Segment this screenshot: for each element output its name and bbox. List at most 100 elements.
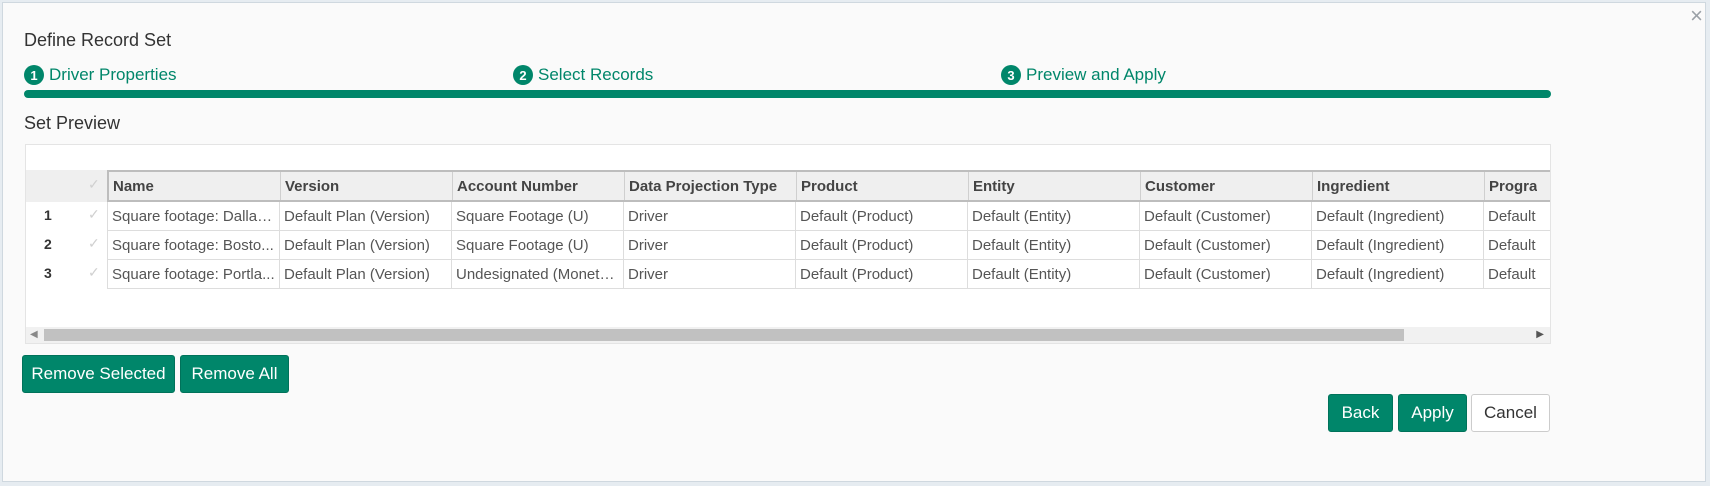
table-cell: Square footage: Portla... [108, 260, 280, 288]
table-cell-text: Default (Ingredient) [1316, 236, 1445, 254]
table-cell: Driver [624, 202, 796, 230]
column-header-label: Ingredient [1317, 177, 1390, 195]
row-number: 2 [44, 236, 52, 252]
table-cell-text: Default [1488, 207, 1536, 225]
table-cell-text: Undesignated (Moneta... [456, 265, 619, 283]
apply-button[interactable]: Apply [1398, 394, 1467, 432]
table-cell: Square Footage (U) [452, 202, 624, 230]
column-header[interactable]: Ingredient [1313, 172, 1485, 200]
table-cell: Default (Customer) [1140, 202, 1312, 230]
column-header[interactable]: Entity [969, 172, 1141, 200]
step-label: Select Records [538, 65, 654, 84]
select-all-check-icon[interactable]: ✓ [88, 176, 100, 193]
table-row[interactable]: Square footage: Dallas ... Default Plan (… [107, 202, 1550, 231]
column-header-label: Progra [1489, 177, 1538, 195]
row-select-check-icon[interactable]: ✓ [88, 235, 100, 252]
table-row[interactable]: Square footage: Portla... Default Plan (V… [107, 260, 1550, 289]
table-cell: Square footage: Bosto... [108, 231, 280, 259]
row-gutter: 2 ✓ [26, 231, 107, 260]
table-cell-text: Default (Customer) [1144, 265, 1271, 283]
table-cell: Default (Product) [796, 231, 968, 259]
cancel-button[interactable]: Cancel [1471, 394, 1550, 432]
remove-selected-button[interactable]: Remove Selected [22, 355, 175, 393]
table-cell: Square Footage (U) [452, 231, 624, 259]
define-record-set-dialog: × Define Record Set 1 Driver Properties … [2, 2, 1706, 482]
back-button[interactable]: Back [1328, 394, 1393, 432]
table-cell-text: Default (Product) [800, 207, 914, 225]
table-cell: Default (Customer) [1140, 260, 1312, 288]
scroll-right-icon[interactable]: ▶ [1536, 329, 1544, 340]
grid-header-row: Name Version Account Number Data Projection… [107, 170, 1550, 202]
table-cell-text: Default (Entity) [972, 236, 1072, 254]
scrollbar-thumb[interactable] [44, 329, 1404, 341]
table-cell: Undesignated (Moneta... [452, 260, 624, 288]
table-cell: Default (Entity) [968, 202, 1140, 230]
scroll-left-icon[interactable]: ◀ [30, 329, 38, 340]
table-cell: Default (Customer) [1140, 231, 1312, 259]
table-cell: Default (Ingredient) [1312, 202, 1484, 230]
column-header-label: Customer [1145, 177, 1216, 195]
column-header[interactable]: Name [109, 172, 281, 200]
step-select-records[interactable]: 2 Select Records [513, 65, 653, 85]
table-cell-text: Default Plan (Version) [284, 236, 430, 254]
table-cell-text: Default (Ingredient) [1316, 265, 1445, 283]
table-cell-text: Default Plan (Version) [284, 207, 430, 225]
table-cell-text: Default [1488, 236, 1536, 254]
column-header[interactable]: Version [281, 172, 453, 200]
column-header-label: Account Number [457, 177, 578, 195]
row-number: 1 [44, 207, 52, 223]
table-cell: Default Plan (Version) [280, 231, 452, 259]
table-cell: Default [1484, 231, 1550, 259]
table-cell-text: Default (Customer) [1144, 236, 1271, 254]
table-cell-text: Default (Product) [800, 236, 914, 254]
row-number: 3 [44, 265, 52, 281]
step-number-badge: 1 [24, 65, 44, 85]
horizontal-scrollbar[interactable]: ◀ ▶ [26, 327, 1550, 343]
step-preview-and-apply[interactable]: 3 Preview and Apply [1001, 65, 1166, 85]
wizard-progress-bar [24, 90, 1551, 98]
table-cell: Default [1484, 202, 1550, 230]
grid-table: Name Version Account Number Data Projection… [107, 170, 1550, 289]
table-cell: Default (Entity) [968, 260, 1140, 288]
column-header[interactable]: Account Number [453, 172, 625, 200]
close-icon[interactable]: × [1690, 5, 1703, 27]
column-header-label: Name [113, 177, 154, 195]
table-cell: Driver [624, 260, 796, 288]
row-gutter: 1 ✓ [26, 202, 107, 231]
step-number-badge: 2 [513, 65, 533, 85]
column-header-label: Data Projection Type [629, 177, 778, 195]
table-cell-text: Default (Entity) [972, 207, 1072, 225]
column-header[interactable]: Data Projection Type [625, 172, 797, 200]
table-cell-text: Driver [628, 207, 668, 225]
table-cell: Default (Product) [796, 260, 968, 288]
table-cell-text: Square footage: Bosto... [112, 236, 274, 254]
table-cell: Default (Ingredient) [1312, 231, 1484, 259]
step-driver-properties[interactable]: 1 Driver Properties [24, 65, 177, 85]
column-header[interactable]: Product [797, 172, 969, 200]
column-header-label: Entity [973, 177, 1015, 195]
dialog-title: Define Record Set [24, 30, 172, 50]
row-select-check-icon[interactable]: ✓ [88, 206, 100, 223]
table-cell: Driver [624, 231, 796, 259]
column-header[interactable]: Progra [1485, 172, 1550, 200]
table-cell-text: Default (Entity) [972, 265, 1072, 283]
section-title: Set Preview [24, 113, 121, 133]
table-cell: Default (Product) [796, 202, 968, 230]
table-row[interactable]: Square footage: Bosto... Default Plan (Ve… [107, 231, 1550, 260]
column-header-label: Version [285, 177, 340, 195]
row-gutter: 3 ✓ [26, 260, 107, 289]
step-number-badge: 3 [1001, 65, 1021, 85]
row-select-check-icon[interactable]: ✓ [88, 264, 100, 281]
table-cell: Default Plan (Version) [280, 202, 452, 230]
step-label: Driver Properties [49, 65, 177, 84]
step-label: Preview and Apply [1026, 65, 1166, 84]
remove-all-button[interactable]: Remove All [180, 355, 289, 393]
wizard-steps: 1 Driver Properties 2 Select Records 3 P… [24, 65, 1551, 89]
table-cell: Default (Entity) [968, 231, 1140, 259]
table-cell-text: Default (Product) [800, 265, 914, 283]
table-cell-text: Default (Ingredient) [1316, 207, 1445, 225]
table-cell-text: Square footage: Dallas ... [112, 207, 275, 225]
table-cell-text: Square footage: Portla... [112, 265, 275, 283]
table-cell: Default Plan (Version) [280, 260, 452, 288]
column-header[interactable]: Customer [1141, 172, 1313, 200]
